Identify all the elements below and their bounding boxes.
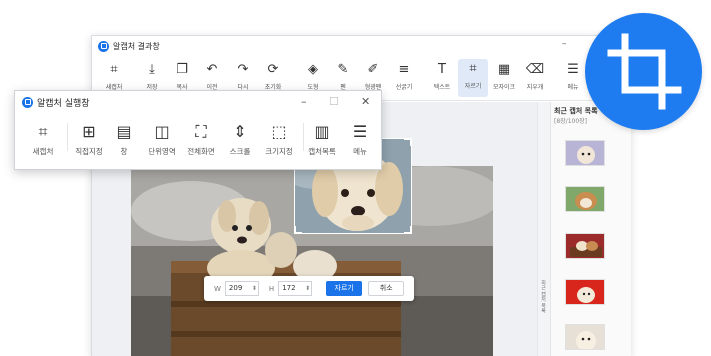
- result-window-titlebar[interactable]: 알캡처 결과창: [92, 36, 630, 56]
- maximize-icon[interactable]: ☐: [329, 95, 339, 108]
- text-icon: T: [438, 62, 446, 77]
- toolbar-text-button[interactable]: T 텍스트: [427, 60, 457, 91]
- crop-handle-bottom-left[interactable]: [295, 226, 302, 233]
- launcher-new-capture-button[interactable]: ⌗ 새캡처: [23, 121, 63, 157]
- toolbar-label: 지우개: [526, 84, 544, 91]
- toolbar-menu-button[interactable]: ☰ 메뉴: [558, 60, 588, 91]
- crop-icon: ⌗: [469, 61, 477, 76]
- undo-icon: ↶: [206, 62, 218, 77]
- crop-handle-top-right[interactable]: [404, 139, 411, 146]
- highlighter-icon: ✐: [367, 62, 379, 77]
- toolbar-redo-button[interactable]: ↷ 다시: [228, 60, 258, 91]
- recent-thumb[interactable]: [565, 186, 605, 212]
- toolbar-mosaic-button[interactable]: ▦ 모자이크: [489, 60, 519, 91]
- launcher-item-label: 메뉴: [353, 147, 367, 156]
- crop-new-icon: ⌗: [110, 62, 118, 77]
- app-logo-icon: [22, 96, 33, 108]
- menu-icon: ☰: [352, 122, 368, 141]
- new-capture-icon: ⌗: [38, 122, 48, 141]
- height-input[interactable]: 172: [278, 281, 313, 296]
- crop-handle-bottom-right[interactable]: [404, 226, 411, 233]
- launcher-item-label: 캡처목록: [308, 147, 336, 156]
- recent-list-toggle-label: 최근 캡처 목록: [540, 280, 546, 314]
- recent-thumb[interactable]: [565, 279, 605, 305]
- launcher-divider: [67, 123, 68, 151]
- launcher-titlebar[interactable]: 알캡처 실행창: [15, 91, 381, 113]
- copy-icon: ❐: [176, 62, 188, 77]
- launcher-title: 알캡처 실행창: [37, 98, 90, 109]
- fullscreen-capture-icon: ⛶: [195, 122, 207, 141]
- manual-capture-icon: ⊞: [82, 122, 96, 141]
- toolbar-label: 모자이크: [492, 84, 516, 91]
- recent-thumb[interactable]: [565, 233, 605, 259]
- minimize-icon[interactable]: –: [301, 95, 307, 108]
- recent-capture-panel: 최근 캡처 목록 [8장/100장]: [551, 102, 631, 356]
- close-icon[interactable]: ✕: [361, 95, 370, 108]
- toolbar-label: 자르기: [464, 83, 482, 90]
- line-width-icon: ≡: [398, 62, 410, 77]
- menu-icon: ☰: [567, 62, 579, 77]
- launcher-region-capture-button[interactable]: ◫ 단위영역: [142, 121, 182, 157]
- app-logo-icon: [98, 40, 109, 52]
- launcher-item-label: 창: [120, 147, 128, 156]
- toolbar-label: 텍스트: [433, 84, 451, 91]
- toolbar-line-width-button[interactable]: ≡ 선굵기: [389, 60, 419, 91]
- toolbar-crop-button[interactable]: ⌗ 자르기: [458, 59, 488, 97]
- pen-icon: ✎: [337, 62, 349, 77]
- height-label: H: [268, 284, 275, 293]
- launcher-manual-capture-button[interactable]: ⊞ 직접지정: [69, 121, 109, 157]
- width-label: W: [214, 284, 221, 293]
- toolbar-shape-button[interactable]: ◈ 도형: [298, 60, 328, 91]
- minimize-icon[interactable]: –: [562, 39, 567, 49]
- reset-icon: ⟳: [267, 62, 279, 77]
- size-capture-icon: ⬚: [271, 122, 287, 141]
- launcher-scroll-capture-button[interactable]: ⇕ 스크롤: [220, 121, 260, 157]
- shape-icon: ◈: [308, 62, 318, 77]
- toolbar-pen-button[interactable]: ✎ 펜: [328, 60, 358, 91]
- recent-thumb[interactable]: [565, 324, 605, 350]
- launcher-item-label: 전체화면: [187, 147, 215, 156]
- region-capture-icon: ◫: [154, 122, 170, 141]
- result-window: 알캡처 결과창 – ⌗ 새캡처 ⤓ 저장 ❐ 복사 ↶ 이전 ↷ 다시 ⟳ 초기…: [91, 35, 632, 356]
- crop-control-bar: W 209 H 172 자르기 취소: [204, 276, 414, 301]
- toolbar-eraser-button[interactable]: ⌫ 지우개: [520, 60, 550, 91]
- launcher-item-label: 스크롤: [229, 147, 251, 156]
- redo-icon: ↷: [237, 62, 249, 77]
- launcher-item-label: 직접지정: [75, 147, 103, 156]
- toolbar-label: 선굵기: [395, 84, 413, 91]
- toolbar-reset-button[interactable]: ⟳ 초기화: [258, 60, 288, 91]
- eraser-icon: ⌫: [525, 62, 545, 77]
- recent-list-toggle[interactable]: 최근 캡처 목록: [537, 102, 551, 356]
- window-capture-icon: ▤: [116, 122, 132, 141]
- launcher-item-label: 단위영역: [148, 147, 176, 156]
- launcher-item-label: 새캡처: [32, 147, 54, 156]
- save-icon: ⤓: [149, 62, 155, 77]
- capture-list-icon: ▥: [314, 122, 330, 141]
- launcher-menu-button[interactable]: ☰ 메뉴: [340, 121, 380, 157]
- toolbar-save-button[interactable]: ⤓ 저장: [137, 60, 167, 91]
- result-window-title: 알캡처 결과창: [113, 41, 160, 51]
- recent-thumb[interactable]: [565, 140, 605, 166]
- toolbar-new-capture-button[interactable]: ⌗ 새캡처: [99, 60, 129, 91]
- scroll-capture-icon: ⇕: [233, 122, 247, 141]
- toolbar-label: 메뉴: [567, 84, 579, 91]
- toolbar-undo-button[interactable]: ↶ 이전: [197, 60, 227, 91]
- crop-cancel-button[interactable]: 취소: [368, 281, 405, 296]
- toolbar-highlighter-button[interactable]: ✐ 형광펜: [358, 60, 388, 91]
- crop-icon: [607, 33, 682, 110]
- launcher-size-capture-button[interactable]: ⬚ 크기지정: [259, 121, 299, 157]
- width-input[interactable]: 209: [224, 281, 259, 296]
- crop-feature-badge: [585, 13, 702, 130]
- launcher-window: 알캡처 실행창 – ☐ ✕ ⌗ 새캡처 ⊞ 직접지정 ▤ 창 ◫ 단위영역 ⛶ …: [14, 90, 382, 170]
- toolbar-copy-button[interactable]: ❐ 복사: [167, 60, 197, 91]
- launcher-item-label: 크기지정: [265, 147, 293, 156]
- crop-apply-button[interactable]: 자르기: [326, 281, 363, 296]
- launcher-capture-list-button[interactable]: ▥ 캡처목록: [302, 121, 342, 157]
- launcher-fullscreen-capture-button[interactable]: ⛶ 전체화면: [181, 121, 221, 157]
- launcher-window-capture-button[interactable]: ▤ 창: [104, 121, 144, 157]
- mosaic-icon: ▦: [497, 62, 511, 77]
